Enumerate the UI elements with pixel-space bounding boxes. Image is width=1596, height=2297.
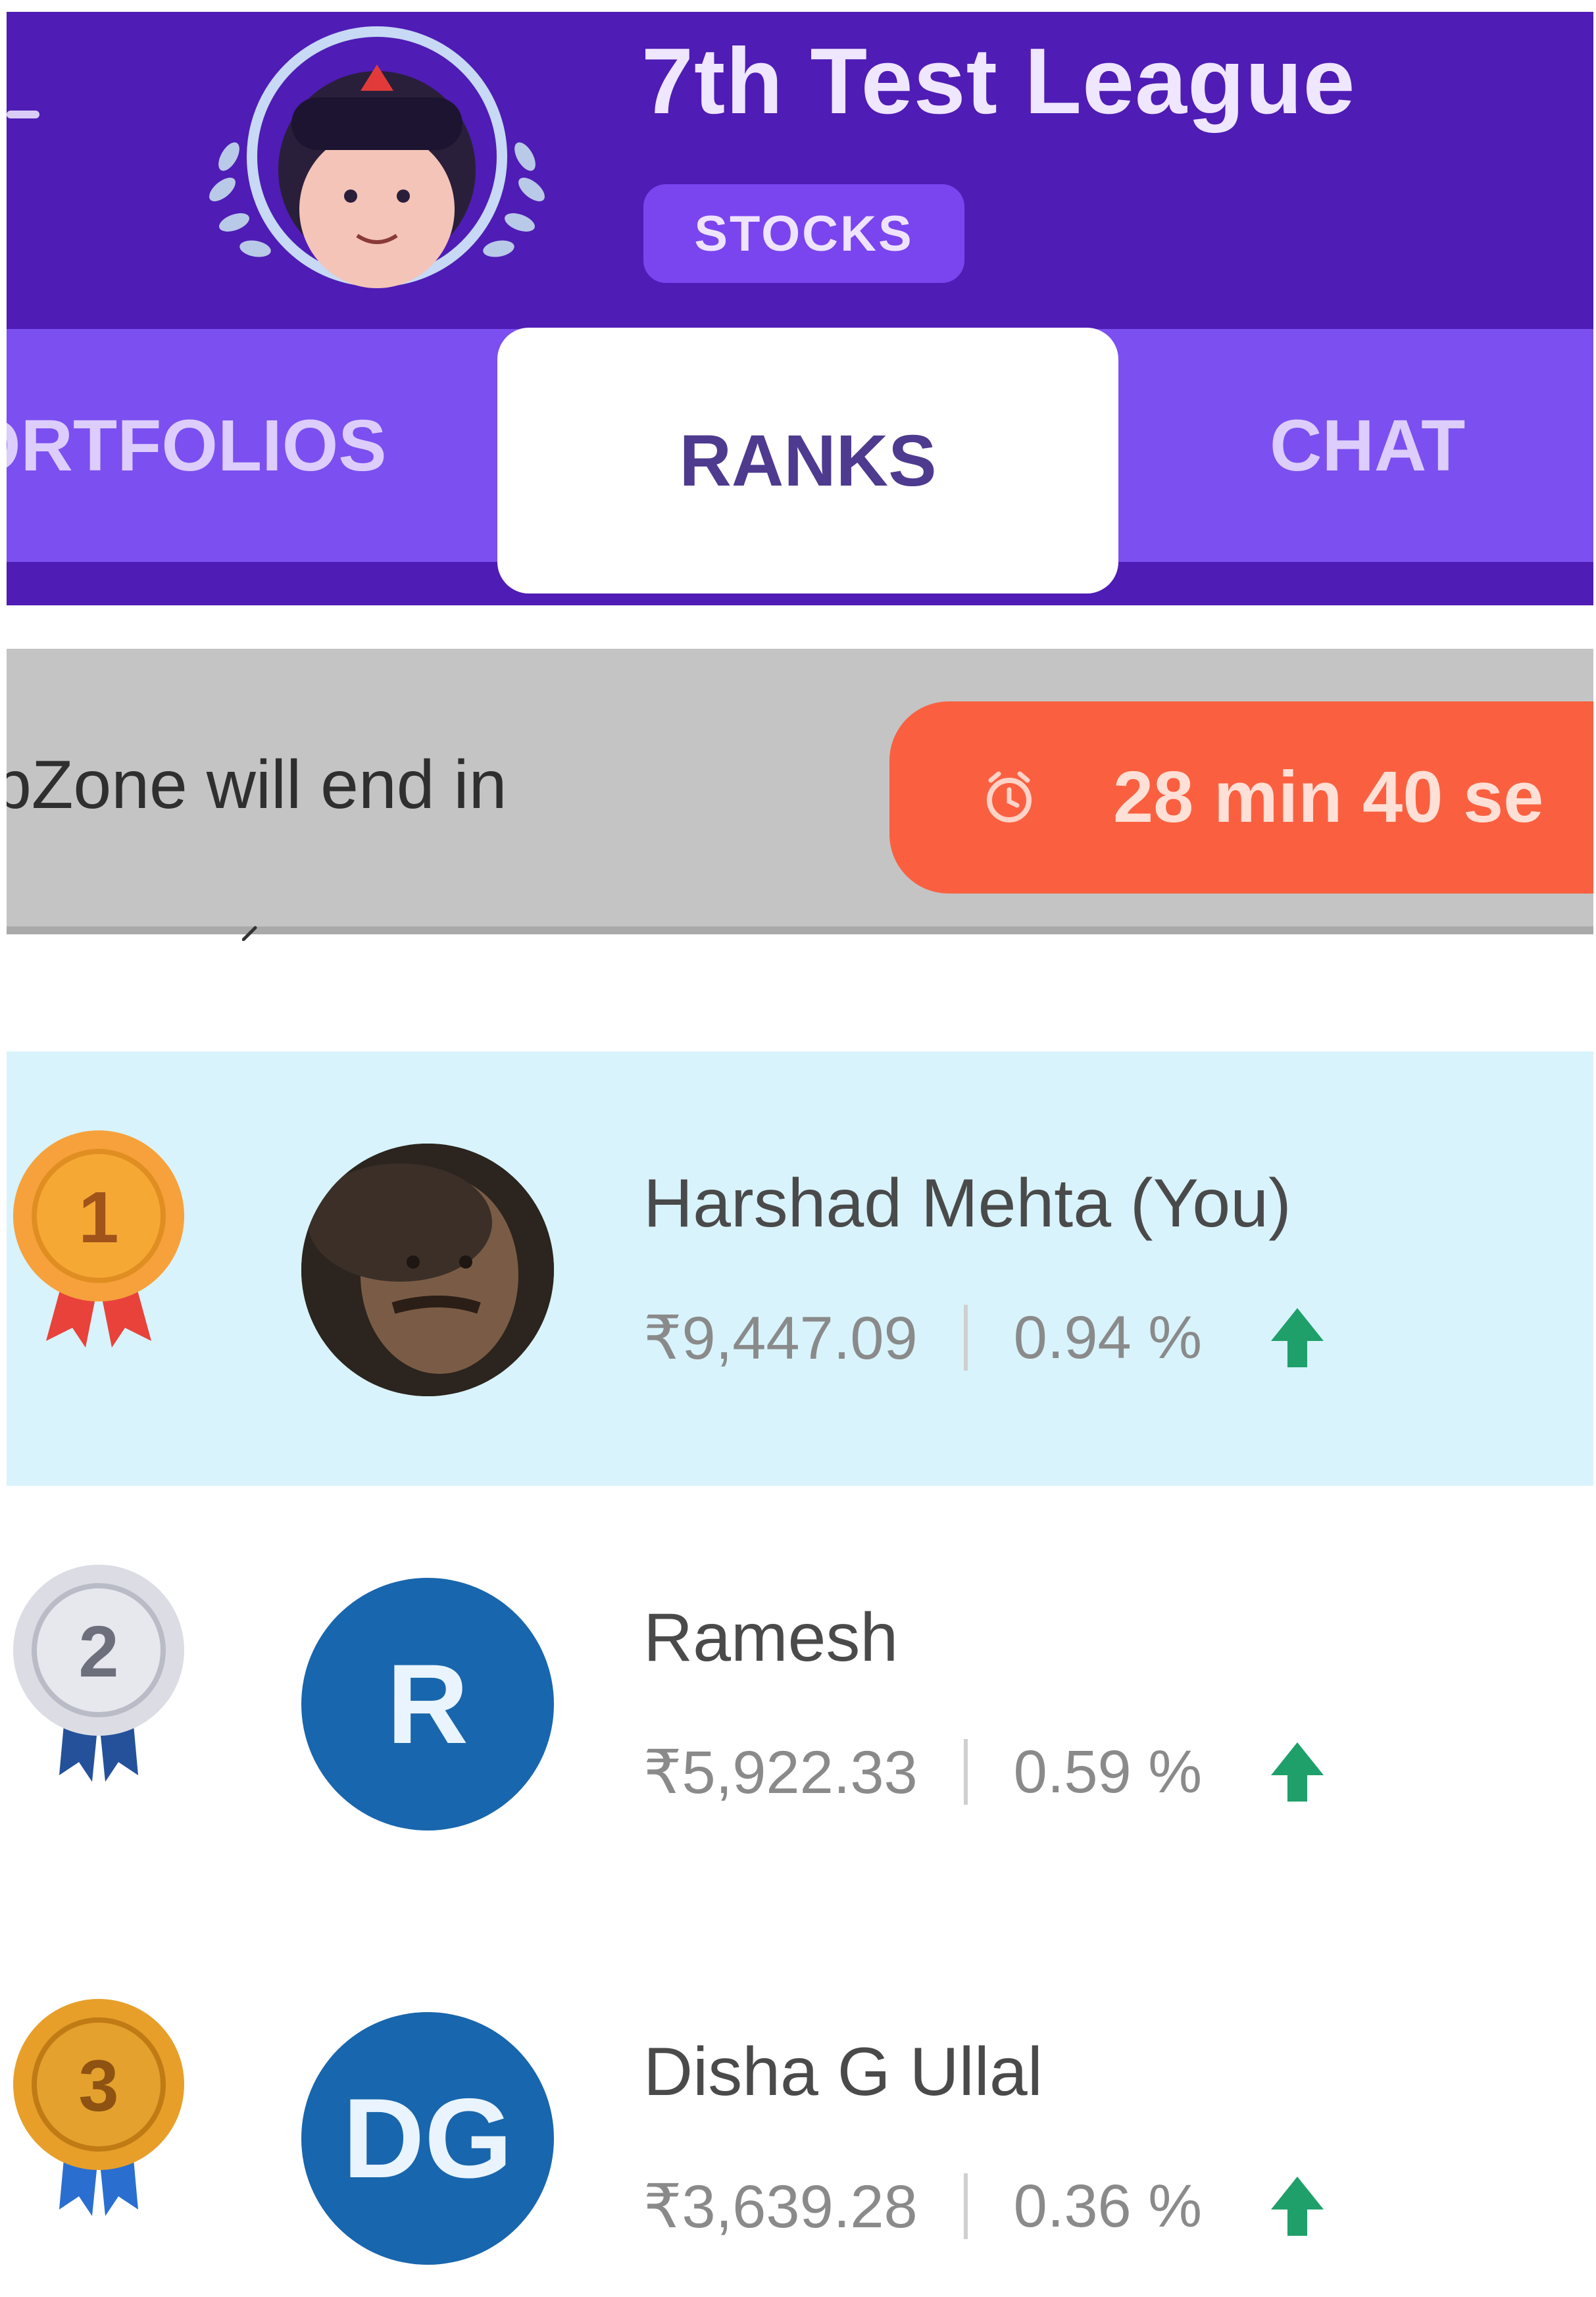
- trend-up-icon: [1271, 1742, 1324, 1802]
- rank-number: 1: [78, 1177, 118, 1258]
- rank-row[interactable]: 1 Harshad Mehta (You) ₹9,447.09 0.94 %: [7, 1051, 1593, 1486]
- divider: [963, 1739, 968, 1805]
- player-stats: ₹3,639.28 0.36 %: [643, 2163, 1334, 2249]
- tab-chat[interactable]: CHAT: [1270, 329, 1593, 562]
- divider: [963, 2173, 968, 2239]
- app-screen: 7th Test League STOCKS ORTFOLIOS RANKS C…: [7, 12, 1593, 2297]
- gold-medal-icon: 1: [13, 1130, 184, 1348]
- tab-portfolios[interactable]: ORTFOLIOS: [7, 329, 425, 562]
- countdown-label: pZone will end in: [7, 747, 507, 823]
- portfolio-value: ₹9,447.09: [643, 1304, 918, 1372]
- back-arrow-icon[interactable]: [7, 111, 39, 118]
- tab-ranks[interactable]: RANKS: [497, 328, 1118, 593]
- cursor-icon: [242, 926, 257, 941]
- player-name: Harshad Mehta (You): [643, 1165, 1291, 1242]
- return-percent: 0.94 %: [1013, 1303, 1203, 1371]
- divider: [963, 1305, 968, 1371]
- player-name: Ramesh: [643, 1600, 899, 1676]
- countdown-banner: pZone will end in 28 min 40 se: [7, 649, 1593, 934]
- timer-value: 28 min 40 se: [1113, 757, 1544, 838]
- player-stats: ₹9,447.09 0.94 %: [643, 1295, 1334, 1380]
- rank-row[interactable]: 3 DG Disha G Ullal ₹3,639.28 0.36 %: [7, 1920, 1593, 2297]
- return-percent: 0.36 %: [1013, 2172, 1203, 2240]
- rank-number: 3: [78, 2046, 118, 2127]
- silver-medal-icon: 2: [13, 1565, 184, 1782]
- avatar[interactable]: DG: [301, 2012, 554, 2265]
- portfolio-value: ₹3,639.28: [643, 2173, 918, 2240]
- avatar[interactable]: [301, 1144, 554, 1396]
- return-percent: 0.59 %: [1013, 1738, 1203, 1805]
- rank-row[interactable]: 2 R Ramesh ₹5,922.33 0.59 %: [7, 1486, 1593, 1920]
- trend-up-icon: [1271, 2177, 1324, 2236]
- user-photo-icon: [301, 1144, 554, 1396]
- league-avatar-icon: [209, 26, 545, 288]
- rank-number: 2: [78, 1611, 118, 1692]
- alarm-clock-icon: [987, 771, 1032, 822]
- portfolio-value: ₹5,922.33: [643, 1738, 918, 1806]
- player-stats: ₹5,922.33 0.59 %: [643, 1729, 1334, 1815]
- bronze-medal-icon: 3: [13, 1999, 184, 2216]
- league-title: 7th Test League: [641, 29, 1356, 134]
- category-chip: STOCKS: [643, 184, 964, 283]
- tab-bar: ORTFOLIOS RANKS CHAT: [7, 328, 1593, 605]
- trend-up-icon: [1271, 1308, 1324, 1367]
- avatar[interactable]: R: [301, 1578, 554, 1830]
- player-name: Disha G Ullal: [643, 2034, 1043, 2110]
- league-header: 7th Test League STOCKS: [7, 12, 1593, 329]
- countdown-timer: 28 min 40 se: [889, 701, 1593, 894]
